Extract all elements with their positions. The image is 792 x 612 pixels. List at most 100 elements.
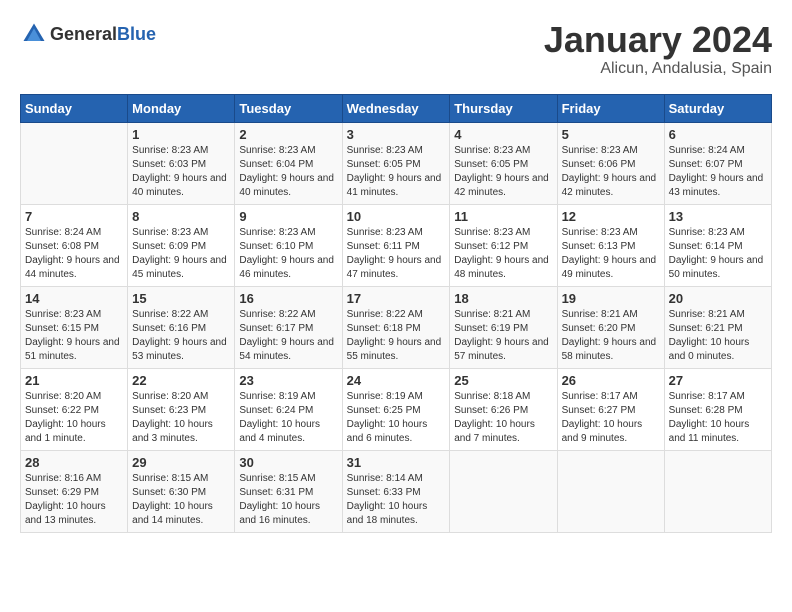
day-info: Sunrise: 8:22 AMSunset: 6:16 PMDaylight:…	[132, 309, 227, 362]
week-row-1: 1 Sunrise: 8:23 AMSunset: 6:03 PMDayligh…	[21, 122, 772, 204]
day-info: Sunrise: 8:24 AMSunset: 6:07 PMDaylight:…	[669, 145, 764, 198]
day-info: Sunrise: 8:23 AMSunset: 6:05 PMDaylight:…	[454, 145, 549, 198]
weekday-header-row: SundayMondayTuesdayWednesdayThursdayFrid…	[21, 94, 772, 122]
day-number: 15	[132, 291, 230, 306]
day-number: 24	[347, 373, 446, 388]
day-info: Sunrise: 8:20 AMSunset: 6:22 PMDaylight:…	[25, 391, 106, 444]
week-row-2: 7 Sunrise: 8:24 AMSunset: 6:08 PMDayligh…	[21, 204, 772, 286]
week-row-3: 14 Sunrise: 8:23 AMSunset: 6:15 PMDaylig…	[21, 286, 772, 368]
day-info: Sunrise: 8:23 AMSunset: 6:15 PMDaylight:…	[25, 309, 120, 362]
day-info: Sunrise: 8:22 AMSunset: 6:18 PMDaylight:…	[347, 309, 442, 362]
day-number: 3	[347, 127, 446, 142]
week-row-5: 28 Sunrise: 8:16 AMSunset: 6:29 PMDaylig…	[21, 450, 772, 532]
calendar-cell: 3 Sunrise: 8:23 AMSunset: 6:05 PMDayligh…	[342, 122, 450, 204]
calendar-cell	[664, 450, 771, 532]
logo-text-blue: Blue	[117, 24, 156, 44]
calendar-cell: 20 Sunrise: 8:21 AMSunset: 6:21 PMDaylig…	[664, 286, 771, 368]
calendar-cell: 13 Sunrise: 8:23 AMSunset: 6:14 PMDaylig…	[664, 204, 771, 286]
logo-icon	[20, 20, 48, 48]
weekday-header-sunday: Sunday	[21, 94, 128, 122]
calendar-table: SundayMondayTuesdayWednesdayThursdayFrid…	[20, 94, 772, 533]
weekday-header-friday: Friday	[557, 94, 664, 122]
day-info: Sunrise: 8:19 AMSunset: 6:25 PMDaylight:…	[347, 391, 428, 444]
day-info: Sunrise: 8:17 AMSunset: 6:27 PMDaylight:…	[562, 391, 643, 444]
day-info: Sunrise: 8:23 AMSunset: 6:10 PMDaylight:…	[239, 227, 334, 280]
day-number: 22	[132, 373, 230, 388]
calendar-cell: 27 Sunrise: 8:17 AMSunset: 6:28 PMDaylig…	[664, 368, 771, 450]
day-number: 23	[239, 373, 337, 388]
day-info: Sunrise: 8:24 AMSunset: 6:08 PMDaylight:…	[25, 227, 120, 280]
calendar-cell: 15 Sunrise: 8:22 AMSunset: 6:16 PMDaylig…	[128, 286, 235, 368]
day-number: 25	[454, 373, 552, 388]
day-info: Sunrise: 8:15 AMSunset: 6:31 PMDaylight:…	[239, 473, 320, 526]
day-number: 18	[454, 291, 552, 306]
title-block: January 2024 Alicun, Andalusia, Spain	[544, 20, 772, 78]
day-number: 6	[669, 127, 767, 142]
day-info: Sunrise: 8:17 AMSunset: 6:28 PMDaylight:…	[669, 391, 750, 444]
day-number: 8	[132, 209, 230, 224]
day-info: Sunrise: 8:23 AMSunset: 6:04 PMDaylight:…	[239, 145, 334, 198]
day-number: 7	[25, 209, 123, 224]
day-info: Sunrise: 8:23 AMSunset: 6:06 PMDaylight:…	[562, 145, 657, 198]
day-number: 16	[239, 291, 337, 306]
calendar-cell: 24 Sunrise: 8:19 AMSunset: 6:25 PMDaylig…	[342, 368, 450, 450]
weekday-header-monday: Monday	[128, 94, 235, 122]
day-info: Sunrise: 8:19 AMSunset: 6:24 PMDaylight:…	[239, 391, 320, 444]
day-info: Sunrise: 8:21 AMSunset: 6:21 PMDaylight:…	[669, 309, 750, 362]
day-info: Sunrise: 8:21 AMSunset: 6:20 PMDaylight:…	[562, 309, 657, 362]
calendar-cell: 21 Sunrise: 8:20 AMSunset: 6:22 PMDaylig…	[21, 368, 128, 450]
day-info: Sunrise: 8:23 AMSunset: 6:09 PMDaylight:…	[132, 227, 227, 280]
day-number: 29	[132, 455, 230, 470]
day-number: 1	[132, 127, 230, 142]
logo-text-general: General	[50, 24, 117, 44]
day-number: 13	[669, 209, 767, 224]
day-number: 14	[25, 291, 123, 306]
day-info: Sunrise: 8:23 AMSunset: 6:05 PMDaylight:…	[347, 145, 442, 198]
calendar-cell	[21, 122, 128, 204]
day-info: Sunrise: 8:21 AMSunset: 6:19 PMDaylight:…	[454, 309, 549, 362]
calendar-cell: 31 Sunrise: 8:14 AMSunset: 6:33 PMDaylig…	[342, 450, 450, 532]
location-title: Alicun, Andalusia, Spain	[544, 60, 772, 78]
day-info: Sunrise: 8:16 AMSunset: 6:29 PMDaylight:…	[25, 473, 106, 526]
day-number: 20	[669, 291, 767, 306]
day-info: Sunrise: 8:22 AMSunset: 6:17 PMDaylight:…	[239, 309, 334, 362]
day-number: 19	[562, 291, 660, 306]
day-info: Sunrise: 8:15 AMSunset: 6:30 PMDaylight:…	[132, 473, 213, 526]
weekday-header-thursday: Thursday	[450, 94, 557, 122]
month-title: January 2024	[544, 20, 772, 60]
calendar-cell: 4 Sunrise: 8:23 AMSunset: 6:05 PMDayligh…	[450, 122, 557, 204]
day-number: 11	[454, 209, 552, 224]
calendar-cell: 22 Sunrise: 8:20 AMSunset: 6:23 PMDaylig…	[128, 368, 235, 450]
day-number: 26	[562, 373, 660, 388]
day-number: 10	[347, 209, 446, 224]
weekday-header-wednesday: Wednesday	[342, 94, 450, 122]
day-number: 21	[25, 373, 123, 388]
day-info: Sunrise: 8:23 AMSunset: 6:13 PMDaylight:…	[562, 227, 657, 280]
calendar-cell	[450, 450, 557, 532]
day-info: Sunrise: 8:20 AMSunset: 6:23 PMDaylight:…	[132, 391, 213, 444]
day-number: 30	[239, 455, 337, 470]
calendar-cell: 8 Sunrise: 8:23 AMSunset: 6:09 PMDayligh…	[128, 204, 235, 286]
day-info: Sunrise: 8:23 AMSunset: 6:12 PMDaylight:…	[454, 227, 549, 280]
day-number: 27	[669, 373, 767, 388]
day-info: Sunrise: 8:18 AMSunset: 6:26 PMDaylight:…	[454, 391, 535, 444]
day-info: Sunrise: 8:23 AMSunset: 6:03 PMDaylight:…	[132, 145, 227, 198]
calendar-cell: 23 Sunrise: 8:19 AMSunset: 6:24 PMDaylig…	[235, 368, 342, 450]
calendar-cell: 5 Sunrise: 8:23 AMSunset: 6:06 PMDayligh…	[557, 122, 664, 204]
page-header: GeneralBlue January 2024 Alicun, Andalus…	[20, 20, 772, 78]
calendar-cell: 19 Sunrise: 8:21 AMSunset: 6:20 PMDaylig…	[557, 286, 664, 368]
weekday-header-tuesday: Tuesday	[235, 94, 342, 122]
day-number: 17	[347, 291, 446, 306]
calendar-cell: 6 Sunrise: 8:24 AMSunset: 6:07 PMDayligh…	[664, 122, 771, 204]
day-number: 12	[562, 209, 660, 224]
calendar-cell: 18 Sunrise: 8:21 AMSunset: 6:19 PMDaylig…	[450, 286, 557, 368]
calendar-cell: 11 Sunrise: 8:23 AMSunset: 6:12 PMDaylig…	[450, 204, 557, 286]
logo: GeneralBlue	[20, 20, 156, 48]
day-number: 5	[562, 127, 660, 142]
weekday-header-saturday: Saturday	[664, 94, 771, 122]
calendar-cell: 10 Sunrise: 8:23 AMSunset: 6:11 PMDaylig…	[342, 204, 450, 286]
week-row-4: 21 Sunrise: 8:20 AMSunset: 6:22 PMDaylig…	[21, 368, 772, 450]
calendar-cell: 1 Sunrise: 8:23 AMSunset: 6:03 PMDayligh…	[128, 122, 235, 204]
calendar-cell: 9 Sunrise: 8:23 AMSunset: 6:10 PMDayligh…	[235, 204, 342, 286]
calendar-cell: 2 Sunrise: 8:23 AMSunset: 6:04 PMDayligh…	[235, 122, 342, 204]
